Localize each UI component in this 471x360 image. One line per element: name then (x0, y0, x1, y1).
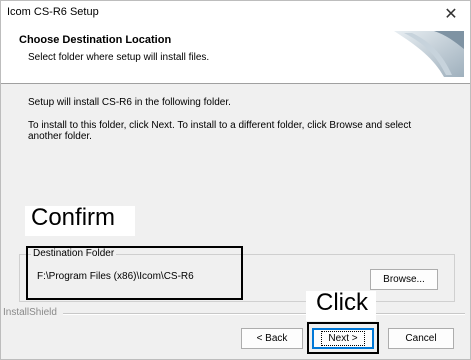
back-button[interactable]: < Back (241, 328, 303, 349)
close-button[interactable]: ✕ (432, 1, 470, 25)
cancel-button-label: Cancel (405, 333, 437, 344)
confirm-callout: Confirm (31, 204, 116, 231)
window-title: Icom CS-R6 Setup (7, 6, 99, 18)
instruction-line-2: To install to this folder, click Next. T… (28, 120, 412, 131)
wizard-header: Choose Destination Location Select folde… (1, 25, 470, 84)
instruction-line-3: another folder. (28, 131, 92, 142)
browse-button[interactable]: Browse... (370, 269, 438, 290)
footer-divider (63, 313, 465, 315)
page-subtitle: Select folder where setup will install f… (28, 52, 210, 63)
instruction-line-1: Setup will install CS-R6 in the followin… (28, 97, 231, 108)
installshield-brand: InstallShield (3, 307, 57, 318)
title-bar: Icom CS-R6 Setup ✕ (1, 1, 470, 25)
page-title: Choose Destination Location (19, 34, 172, 46)
close-icon: ✕ (444, 3, 458, 23)
click-callout: Click (316, 289, 368, 316)
back-button-label: < Back (256, 333, 288, 344)
destination-highlight-frame (26, 246, 243, 300)
installshield-logo-icon (394, 31, 464, 77)
browse-button-label: Browse... (383, 274, 425, 285)
next-highlight-frame (307, 322, 379, 354)
cancel-button[interactable]: Cancel (388, 328, 454, 349)
setup-window: Icom CS-R6 Setup ✕ Choose Destination Lo… (0, 0, 471, 360)
